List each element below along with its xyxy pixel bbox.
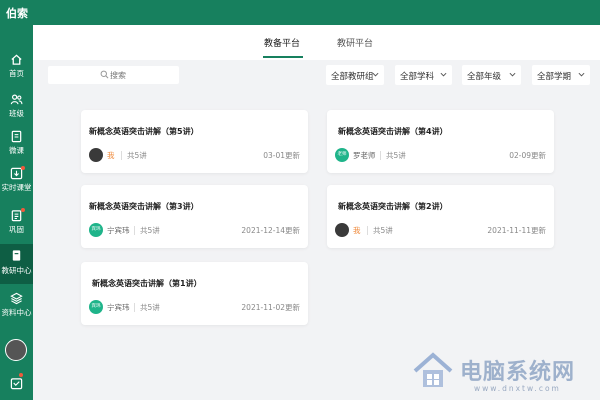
card-title: 新概念英语突击讲解（第1讲） [92, 279, 202, 288]
sidebar-item-label: 首页 [9, 69, 24, 78]
users-icon [10, 94, 23, 105]
card-lesson-count: 共5讲 [386, 151, 406, 160]
card-title: 新概念英语突击讲解（第2讲） [338, 202, 448, 211]
card-update-date: 03-01更新 [263, 151, 300, 160]
card-title: 新概念英语突击讲解（第4讲） [338, 127, 448, 136]
sidebar-item-resource-center[interactable]: 资料中心 [0, 290, 33, 324]
watermark-house-logo-icon [413, 352, 453, 387]
card-title: 新概念英语突击讲解（第3讲） [89, 202, 199, 211]
card-lesson-count: 共5讲 [140, 226, 160, 235]
top-bar: 伯索 [0, 0, 600, 25]
filter-grade[interactable]: 全部年级 [462, 65, 521, 85]
card-title: 新概念英语突击讲解（第5讲） [89, 127, 199, 136]
sidebar: 首页 班级 微课 实时课堂 巩固 教研中心 资料中心 [0, 25, 33, 400]
card-update-date: 2021-11-02更新 [241, 303, 300, 312]
chevron-down-icon [578, 72, 585, 77]
card-author: 罗老师 [353, 151, 376, 160]
author-avatar: 老师 [335, 148, 349, 162]
sidebar-item-label: 班级 [9, 109, 24, 118]
filter-value: 全部学期 [537, 72, 572, 82]
card-author: 我 [353, 226, 361, 235]
filter-value: 全部年级 [467, 72, 502, 82]
sidebar-item-label: 教研中心 [1, 266, 32, 275]
active-tab-indicator [263, 56, 303, 58]
card-lesson-count: 共5讲 [373, 226, 393, 235]
filter-value: 全部学科 [400, 72, 435, 82]
divider [380, 151, 381, 160]
sidebar-item-label: 资料中心 [1, 308, 32, 317]
message-button[interactable] [10, 373, 23, 390]
card-update-date: 02-09更新 [509, 151, 546, 160]
author-avatar [89, 148, 103, 162]
sidebar-item-class[interactable]: 班级 [0, 91, 33, 125]
sidebar-item-microcourse[interactable]: 微课 [0, 128, 33, 162]
tabs-bar: 教备平台 教研平台 [33, 25, 600, 60]
card-update-date: 2021-12-14更新 [241, 226, 300, 235]
user-avatar[interactable] [5, 339, 27, 361]
chevron-down-icon [509, 72, 516, 77]
card-author: 宁宾玮 [107, 226, 130, 235]
card-author: 宁宾玮 [107, 303, 130, 312]
author-avatar [335, 223, 349, 237]
author-avatar: 宾玮 [89, 300, 103, 314]
card-lesson-count: 共5讲 [127, 151, 147, 160]
sidebar-item-label: 实时课堂 [1, 183, 32, 192]
chevron-down-icon [372, 72, 379, 77]
app-title: 伯索 [6, 7, 28, 20]
chevron-down-icon [440, 72, 447, 77]
book-icon [11, 130, 22, 143]
divider [367, 226, 368, 235]
tab-teaching-research[interactable]: 教研平台 [337, 36, 373, 49]
search-box[interactable] [48, 66, 179, 84]
course-card[interactable]: 新概念英语突击讲解（第3讲） 宾玮 宁宾玮 共5讲 2021-12-14更新 [81, 185, 308, 248]
home-icon [11, 54, 22, 65]
card-lesson-count: 共5讲 [140, 303, 160, 312]
sidebar-item-live-class[interactable]: 实时课堂 [0, 165, 33, 199]
notification-dot [21, 208, 25, 212]
divider [134, 303, 135, 312]
course-card[interactable]: 新概念英语突击讲解（第5讲） 我 共5讲 03-01更新 [81, 110, 308, 173]
course-card[interactable]: 新概念英语突击讲解（第4讲） 老师 罗老师 共5讲 02-09更新 [327, 110, 554, 173]
notification-dot [19, 373, 23, 377]
filter-subject[interactable]: 全部学科 [395, 65, 452, 85]
divider [121, 151, 122, 160]
filter-semester[interactable]: 全部学期 [532, 65, 590, 85]
watermark-text: 电脑系统网 [460, 359, 576, 385]
notification-dot [21, 166, 25, 170]
site-watermark: 电脑系统网 www.dnxtw.com [412, 350, 600, 400]
course-card[interactable]: 新概念英语突击讲解（第1讲） 宾玮 宁宾玮 共5讲 2021-11-02更新 [81, 262, 308, 325]
sidebar-item-home[interactable]: 首页 [0, 51, 33, 85]
message-icon [10, 378, 23, 390]
watermark-url: www.dnxtw.com [474, 384, 561, 393]
layers-icon [10, 292, 23, 305]
author-avatar: 宾玮 [89, 223, 103, 237]
sidebar-item-label: 巩固 [9, 225, 24, 234]
sidebar-item-label: 微课 [9, 146, 24, 155]
search-icon [100, 70, 109, 79]
search-input[interactable] [110, 68, 170, 82]
course-card[interactable]: 新概念英语突击讲解（第2讲） 我 共5讲 2021-11-11更新 [327, 185, 554, 248]
card-update-date: 2021-11-11更新 [487, 226, 546, 235]
card-author: 我 [107, 151, 115, 160]
filter-value: 全部教研组 [331, 72, 374, 82]
sidebar-item-research-center[interactable]: 教研中心 [0, 244, 33, 284]
research-icon [12, 250, 21, 261]
divider [134, 226, 135, 235]
sidebar-item-consolidate[interactable]: 巩固 [0, 207, 33, 241]
tab-teaching-prep[interactable]: 教备平台 [264, 36, 300, 49]
filter-research-group[interactable]: 全部教研组 [326, 65, 384, 85]
